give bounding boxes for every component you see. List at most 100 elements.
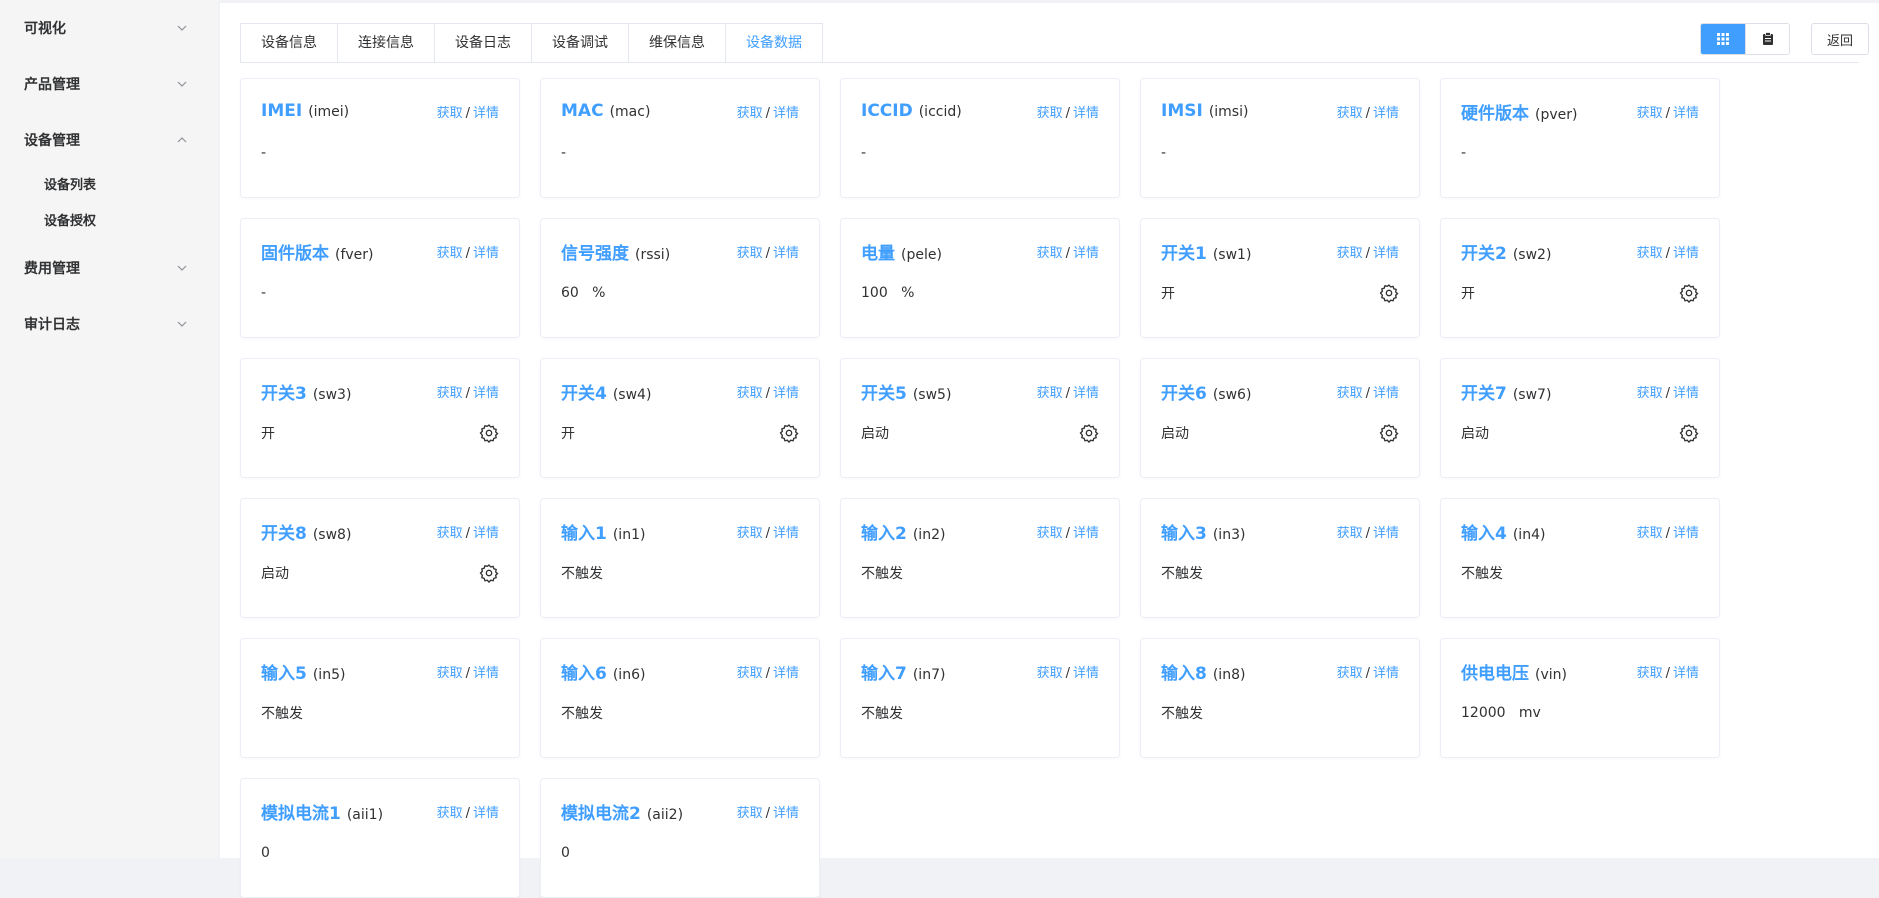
fetch-link[interactable]: 获取 (1037, 106, 1063, 121)
back-button[interactable]: 返回 (1811, 23, 1869, 55)
detail-link[interactable]: 详情 (1073, 106, 1099, 121)
detail-link[interactable]: 详情 (1373, 526, 1399, 541)
fetch-link[interactable]: 获取 (1037, 666, 1063, 681)
detail-link[interactable]: 详情 (773, 526, 799, 541)
fetch-link[interactable]: 获取 (737, 666, 763, 681)
fetch-link[interactable]: 获取 (737, 526, 763, 541)
gear-icon[interactable] (479, 423, 499, 444)
detail-link[interactable]: 详情 (1373, 666, 1399, 681)
tab-2[interactable]: 设备日志 (435, 24, 532, 62)
chevron-down-icon (176, 318, 188, 330)
detail-link[interactable]: 详情 (1373, 106, 1399, 121)
action-separator: / (465, 525, 470, 541)
gear-icon[interactable] (1379, 423, 1399, 444)
fetch-link[interactable]: 获取 (437, 386, 463, 401)
gear-icon[interactable] (1379, 283, 1399, 304)
action-separator: / (1665, 245, 1670, 261)
detail-link[interactable]: 详情 (1073, 666, 1099, 681)
detail-link[interactable]: 详情 (473, 386, 499, 401)
sidebar-submenu-item[interactable]: 设备列表 (0, 168, 218, 204)
card-key: (pver) (1535, 106, 1578, 123)
sidebar-menu-0[interactable]: 可视化 (0, 0, 218, 56)
fetch-link[interactable]: 获取 (1637, 666, 1663, 681)
fetch-link[interactable]: 获取 (1037, 526, 1063, 541)
sidebar-menu-4[interactable]: 审计日志 (0, 296, 218, 352)
gear-icon[interactable] (779, 423, 799, 444)
list-view-button[interactable] (1745, 24, 1789, 54)
fetch-link[interactable]: 获取 (1337, 246, 1363, 261)
detail-link[interactable]: 详情 (1673, 386, 1699, 401)
tab-5[interactable]: 设备数据 (726, 24, 822, 62)
detail-link[interactable]: 详情 (773, 246, 799, 261)
fetch-link[interactable]: 获取 (1637, 246, 1663, 261)
fetch-link[interactable]: 获取 (437, 666, 463, 681)
detail-link[interactable]: 详情 (1673, 526, 1699, 541)
detail-link[interactable]: 详情 (1073, 246, 1099, 261)
fetch-link[interactable]: 获取 (737, 246, 763, 261)
sidebar-submenu-item[interactable]: 设备授权 (0, 204, 218, 240)
fetch-link[interactable]: 获取 (1337, 106, 1363, 121)
fetch-link[interactable]: 获取 (437, 526, 463, 541)
card-name: 输入1 (561, 523, 607, 544)
detail-link[interactable]: 详情 (773, 806, 799, 821)
fetch-link[interactable]: 获取 (1337, 526, 1363, 541)
card-body: - (261, 281, 499, 305)
fetch-link[interactable]: 获取 (437, 246, 463, 261)
card-actions: 获取 / 详情 (1037, 242, 1099, 261)
card-value: - (261, 285, 267, 301)
detail-link[interactable]: 详情 (1673, 246, 1699, 261)
tab-1[interactable]: 连接信息 (338, 24, 435, 62)
detail-link[interactable]: 详情 (1373, 386, 1399, 401)
detail-link[interactable]: 详情 (473, 666, 499, 681)
detail-link[interactable]: 详情 (773, 386, 799, 401)
fetch-link[interactable]: 获取 (1037, 246, 1063, 261)
fetch-link[interactable]: 获取 (437, 806, 463, 821)
gear-icon[interactable] (1079, 423, 1099, 444)
tab-3[interactable]: 设备调试 (532, 24, 629, 62)
fetch-link[interactable]: 获取 (737, 106, 763, 121)
fetch-link[interactable]: 获取 (1637, 106, 1663, 121)
card-key: (in3) (1212, 526, 1246, 543)
detail-link[interactable]: 详情 (1673, 666, 1699, 681)
card-actions: 获取 / 详情 (437, 102, 499, 121)
gear-icon[interactable] (1679, 283, 1699, 304)
detail-link[interactable]: 详情 (1373, 246, 1399, 261)
sidebar-menu-2[interactable]: 设备管理 (0, 112, 218, 168)
fetch-link[interactable]: 获取 (1637, 386, 1663, 401)
data-card: 输入3 (in3) 获取 / 详情 不触发 (1140, 498, 1420, 618)
card-value: - (261, 145, 267, 161)
grid-view-button[interactable] (1701, 24, 1745, 54)
card-name: 硬件版本 (1461, 103, 1529, 124)
gear-icon[interactable] (479, 563, 499, 584)
detail-link[interactable]: 详情 (473, 806, 499, 821)
card-name: 开关2 (1461, 243, 1507, 264)
fetch-link[interactable]: 获取 (1037, 386, 1063, 401)
gear-icon[interactable] (1679, 423, 1699, 444)
fetch-link[interactable]: 获取 (1337, 386, 1363, 401)
fetch-link[interactable]: 获取 (737, 386, 763, 401)
action-separator: / (1365, 665, 1370, 681)
detail-link[interactable]: 详情 (1073, 386, 1099, 401)
tab-4[interactable]: 维保信息 (629, 24, 726, 62)
detail-link[interactable]: 详情 (1073, 526, 1099, 541)
card-actions: 获取 / 详情 (1337, 522, 1399, 541)
card-header: 输入7 (in7) 获取 / 详情 (861, 657, 1099, 685)
detail-link[interactable]: 详情 (473, 526, 499, 541)
fetch-link[interactable]: 获取 (1337, 666, 1363, 681)
tab-0[interactable]: 设备信息 (241, 24, 338, 62)
detail-link[interactable]: 详情 (473, 246, 499, 261)
card-title: 开关5 (sw5) (861, 379, 951, 404)
detail-link[interactable]: 详情 (1673, 106, 1699, 121)
action-separator: / (465, 665, 470, 681)
card-header: 开关4 (sw4) 获取 / 详情 (561, 377, 799, 405)
fetch-link[interactable]: 获取 (437, 106, 463, 121)
fetch-link[interactable]: 获取 (1637, 526, 1663, 541)
sidebar-menu-3[interactable]: 费用管理 (0, 240, 218, 296)
detail-link[interactable]: 详情 (473, 106, 499, 121)
action-separator: / (765, 665, 770, 681)
card-name: 开关4 (561, 383, 607, 404)
detail-link[interactable]: 详情 (773, 106, 799, 121)
fetch-link[interactable]: 获取 (737, 806, 763, 821)
detail-link[interactable]: 详情 (773, 666, 799, 681)
sidebar-menu-1[interactable]: 产品管理 (0, 56, 218, 112)
